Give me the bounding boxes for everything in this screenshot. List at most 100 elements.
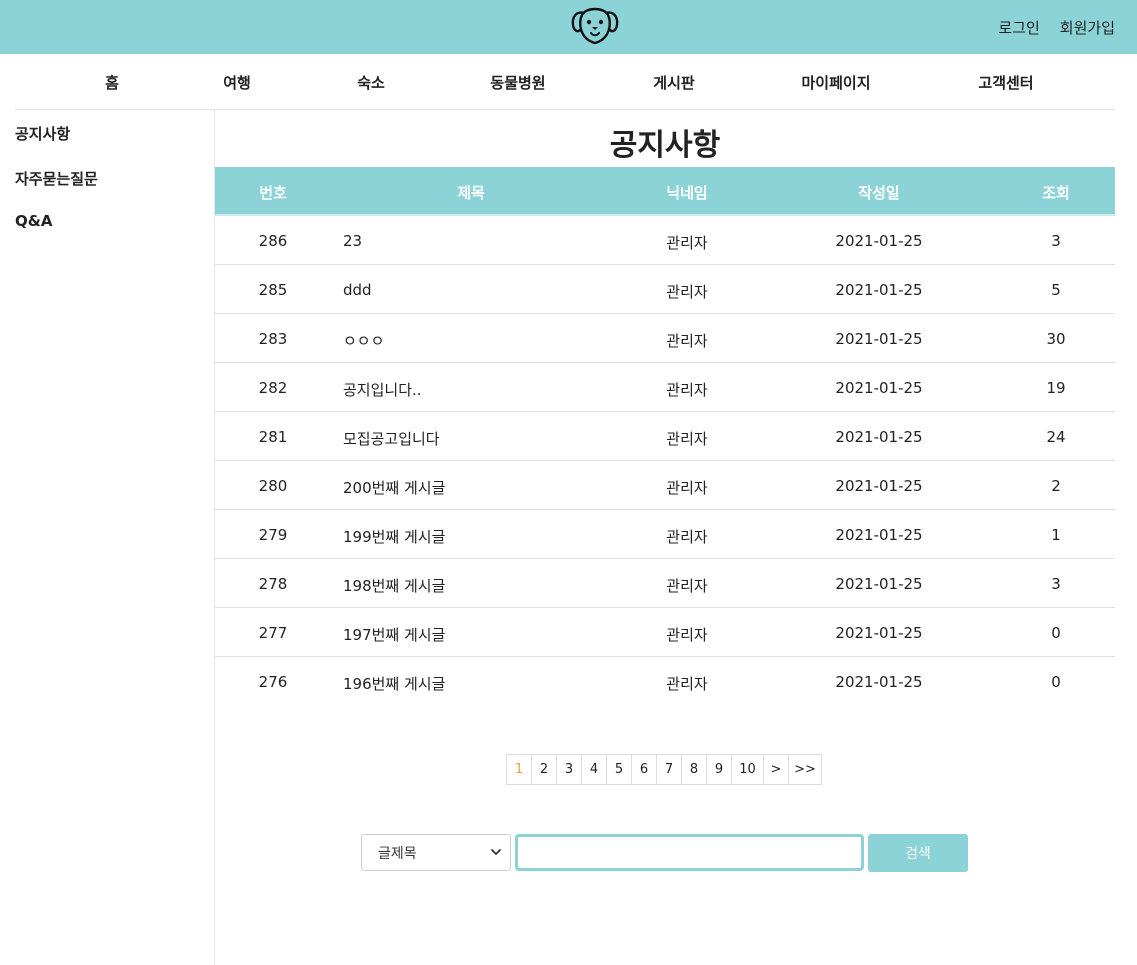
nav-item-board[interactable]: 게시판: [653, 72, 694, 93]
notice-table: 번호 제목 닉네임 작성일 조회 286 23 관리자 2021-01-25 3…: [215, 167, 1115, 706]
row-date: 2021-01-25: [835, 428, 923, 446]
sidebar-item-notice[interactable]: 공지사항: [15, 123, 70, 144]
page-link-10[interactable]: 10: [732, 755, 764, 784]
row-title[interactable]: 200번째 게시글: [343, 477, 445, 498]
row-title[interactable]: 199번째 게시글: [343, 526, 445, 547]
page-link-9[interactable]: 9: [707, 755, 732, 784]
row-nick: 관리자: [666, 234, 708, 252]
row-date: 2021-01-25: [835, 232, 923, 250]
nav-item-lodging[interactable]: 숙소: [357, 72, 385, 93]
row-title[interactable]: 197번째 게시글: [343, 624, 445, 645]
row-title[interactable]: 198번째 게시글: [343, 575, 445, 596]
row-date: 2021-01-25: [835, 673, 923, 691]
main-nav: 홈 여행 숙소 동물병원 게시판 마이페이지 고객센터: [15, 54, 1115, 110]
table-header: 번호 제목 닉네임 작성일 조회: [215, 167, 1115, 216]
row-views: 19: [1046, 379, 1066, 397]
row-date: 2021-01-25: [835, 379, 923, 397]
row-nick: 관리자: [666, 479, 708, 497]
table-row[interactable]: 282 공지입니다.. 관리자 2021-01-25 19: [215, 363, 1115, 412]
table-row[interactable]: 276 196번째 게시글 관리자 2021-01-25 0: [215, 657, 1115, 706]
row-title[interactable]: ㅇㅇㅇ: [343, 330, 384, 351]
row-views: 30: [1046, 330, 1066, 348]
dog-face-icon[interactable]: [570, 3, 620, 47]
row-views: 0: [1051, 624, 1061, 642]
row-views: 5: [1051, 281, 1061, 299]
nav-item-customer-center[interactable]: 고객센터: [978, 72, 1033, 93]
nav-item-travel[interactable]: 여행: [223, 72, 251, 93]
chevron-down-icon: [491, 849, 501, 855]
row-views: 24: [1046, 428, 1066, 446]
row-nick: 관리자: [666, 577, 708, 595]
sidebar-item-faq[interactable]: 자주묻는질문: [15, 168, 98, 189]
row-num: 280: [258, 477, 288, 495]
row-date: 2021-01-25: [835, 624, 923, 642]
page-link-4[interactable]: 4: [582, 755, 607, 784]
row-nick: 관리자: [666, 430, 708, 448]
row-date: 2021-01-25: [835, 330, 923, 348]
row-date: 2021-01-25: [835, 526, 923, 544]
page-link-3[interactable]: 3: [557, 755, 582, 784]
table-row[interactable]: 278 198번째 게시글 관리자 2021-01-25 3: [215, 559, 1115, 608]
table-row[interactable]: 281 모집공고입니다 관리자 2021-01-25 24: [215, 412, 1115, 461]
row-views: 3: [1051, 575, 1061, 593]
sidebar: 공지사항 자주묻는질문 Q&A: [0, 110, 215, 965]
table-row[interactable]: 286 23 관리자 2021-01-25 3: [215, 216, 1115, 265]
table-row[interactable]: 277 197번째 게시글 관리자 2021-01-25 0: [215, 608, 1115, 657]
sidebar-item-qna[interactable]: Q&A: [15, 212, 52, 230]
table-row[interactable]: 279 199번째 게시글 관리자 2021-01-25 1: [215, 510, 1115, 559]
row-num: 282: [258, 379, 288, 397]
row-num: 276: [258, 673, 288, 691]
page-link-5[interactable]: 5: [607, 755, 632, 784]
nav-item-mypage[interactable]: 마이페이지: [801, 72, 870, 93]
header-num: 번호: [259, 184, 287, 202]
row-num: 286: [258, 232, 288, 250]
page-link-8[interactable]: 8: [682, 755, 707, 784]
row-title[interactable]: 모집공고입니다: [343, 428, 440, 449]
row-title[interactable]: 23: [343, 232, 362, 250]
row-title[interactable]: 공지입니다..: [343, 379, 422, 400]
header-nick: 닉네임: [666, 184, 708, 202]
nav-item-home[interactable]: 홈: [105, 72, 119, 93]
pagination: 1 2 3 4 5 6 7 8 9 10 > >>: [506, 754, 822, 785]
row-nick: 관리자: [666, 283, 708, 301]
signup-link[interactable]: 회원가입: [1060, 17, 1115, 38]
row-date: 2021-01-25: [835, 281, 923, 299]
next-page-button[interactable]: >: [764, 755, 789, 784]
row-views: 2: [1051, 477, 1061, 495]
auth-links: 로그인 회원가입: [998, 17, 1115, 38]
page-link-1[interactable]: 1: [507, 755, 532, 784]
search-select-value: 글제목: [378, 845, 417, 862]
page-link-2[interactable]: 2: [532, 755, 557, 784]
header-views: 조회: [1042, 184, 1070, 202]
page-title: 공지사항: [609, 128, 721, 163]
row-num: 277: [258, 624, 288, 642]
row-nick: 관리자: [666, 332, 708, 350]
row-num: 281: [258, 428, 288, 446]
last-page-button[interactable]: >>: [789, 755, 821, 784]
login-link[interactable]: 로그인: [998, 17, 1039, 38]
row-num: 278: [258, 575, 288, 593]
row-num: 279: [258, 526, 288, 544]
page-link-6[interactable]: 6: [632, 755, 657, 784]
search-field-select[interactable]: 글제목: [361, 834, 511, 871]
row-date: 2021-01-25: [835, 477, 923, 495]
top-header: 로그인 회원가입: [0, 0, 1137, 54]
row-nick: 관리자: [666, 626, 708, 644]
search-button[interactable]: 검색: [868, 834, 968, 872]
row-views: 0: [1051, 673, 1061, 691]
row-nick: 관리자: [666, 675, 708, 693]
row-date: 2021-01-25: [835, 575, 923, 593]
table-row[interactable]: 285 ddd 관리자 2021-01-25 5: [215, 265, 1115, 314]
row-title[interactable]: 196번째 게시글: [343, 673, 445, 694]
row-nick: 관리자: [666, 528, 708, 546]
row-num: 285: [258, 281, 288, 299]
nav-item-animal-hospital[interactable]: 동물병원: [490, 72, 545, 93]
table-row[interactable]: 280 200번째 게시글 관리자 2021-01-25 2: [215, 461, 1115, 510]
search-input[interactable]: [515, 834, 864, 871]
header-title: 제목: [457, 184, 485, 202]
header-date: 작성일: [858, 184, 900, 202]
table-row[interactable]: 283 ㅇㅇㅇ 관리자 2021-01-25 30: [215, 314, 1115, 363]
page-link-7[interactable]: 7: [657, 755, 682, 784]
row-views: 1: [1051, 526, 1061, 544]
row-title[interactable]: ddd: [343, 281, 372, 299]
